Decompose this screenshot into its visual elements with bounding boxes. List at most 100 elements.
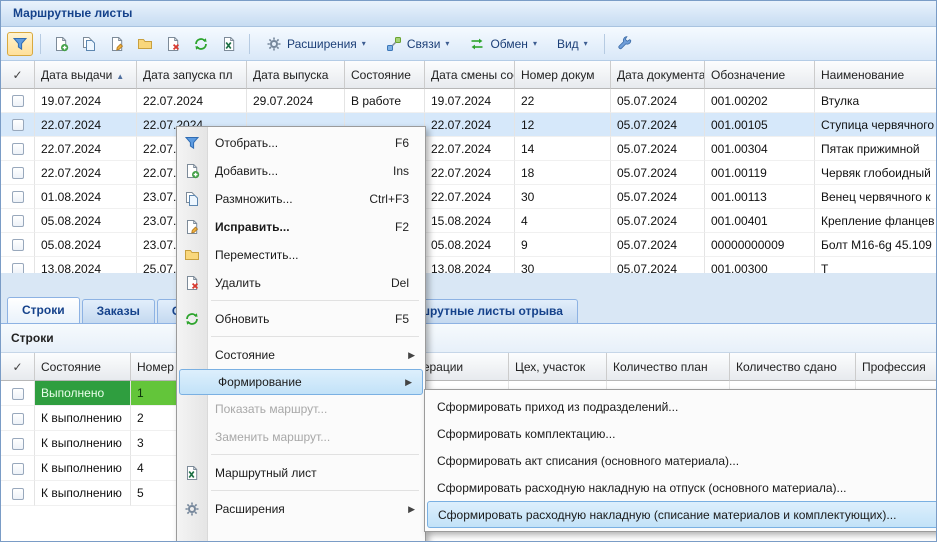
extensions-dropdown[interactable]: Расширения ▾ [257,32,375,56]
route-sheets-grid: ✓ Дата выдачи▲ Дата запуска пл Дата выпу… [1,61,936,273]
status-badge: К выполнению [35,456,131,481]
menu-item-show-route: Показать маршрут... [177,395,425,423]
check-icon: ✓ [12,360,22,374]
menu-item-edit[interactable]: Исправить... F2 [177,213,425,241]
row-checkbox[interactable] [12,167,24,179]
settings-wrench-button[interactable] [612,32,638,56]
header-oboznachenie[interactable]: Обозначение [705,61,815,89]
menu-separator [177,451,425,459]
move-button[interactable] [132,32,158,56]
header-data-zapuska[interactable]: Дата запуска пл [137,61,247,89]
filter-button[interactable] [7,32,33,56]
row-checkbox[interactable] [12,438,24,450]
toolbar-separator [249,34,250,54]
menu-item-extensions[interactable]: Расширения ▶ [177,495,425,523]
header-nomer[interactable]: Номер [131,353,177,381]
main-toolbar: Расширения ▾ Связи ▾ Обмен ▾ Вид ▾ [1,27,936,61]
menu-item-delete[interactable]: Удалить Del [177,269,425,297]
tab-zakazy[interactable]: Заказы [82,299,155,323]
links-dropdown[interactable]: Связи ▾ [377,32,459,56]
menu-item-forming[interactable]: Формирование ▶ [179,369,423,395]
menu-item-refresh[interactable]: Обновить F5 [177,305,425,333]
header-data-smeny[interactable]: Дата смены сос [425,61,515,89]
row-checkbox[interactable] [12,143,24,155]
edit-document-icon [109,36,125,52]
excel-export-button[interactable] [216,32,242,56]
chevron-down-icon: ▾ [533,39,537,48]
menu-item-route-sheet[interactable]: Маршрутный лист [177,459,425,487]
header-data-vydachi[interactable]: Дата выдачи▲ [35,61,137,89]
submenu-item-komplektaciya[interactable]: Сформировать комплектацию... [427,420,937,447]
tab-stroki[interactable]: Строки [7,297,80,323]
delete-button[interactable] [160,32,186,56]
route-sheets-window: Маршрутные листы Расширения ▾ Связи ▾ Об… [0,0,937,542]
menu-item-add[interactable]: Добавить... Ins [177,157,425,185]
menu-item-state[interactable]: Состояние ▶ [177,341,425,369]
header-professiya[interactable]: Профессия [856,353,936,381]
menu-item-move[interactable]: Переместить... [177,241,425,269]
view-dropdown[interactable]: Вид ▾ [548,32,597,56]
row-checkbox[interactable] [12,191,24,203]
header-kolichestvo-sdano[interactable]: Количество сдано [730,353,856,381]
toolbar-separator [604,34,605,54]
duplicate-document-icon [177,191,207,207]
delete-document-icon [165,36,181,52]
submenu-item-akt-spisaniya[interactable]: Сформировать акт списания (основного мат… [427,447,937,474]
menu-item-duplicate[interactable]: Размножить... Ctrl+F3 [177,185,425,213]
table-row[interactable]: 22.07.202422.07.2024 22.07.202418 05.07.… [1,161,936,185]
row-checkbox[interactable] [12,239,24,251]
main-table-header-row: ✓ Дата выдачи▲ Дата запуска пл Дата выпу… [1,61,936,89]
table-row-selected[interactable]: 22.07.202422.07.2024 22.07.202412 05.07.… [1,113,936,137]
header-naimenovanie[interactable]: Наименование [815,61,936,89]
row-checkbox[interactable] [12,488,24,500]
row-checkbox[interactable] [12,388,24,400]
check-icon: ✓ [12,68,22,82]
header-check[interactable]: ✓ [1,61,35,89]
wrench-icon [617,36,633,52]
links-icon [386,36,402,52]
header-kolichestvo-plan[interactable]: Количество план [607,353,730,381]
add-document-icon [177,163,207,179]
table-row[interactable]: 19.07.202422.07.2024 29.07.2024В работе … [1,89,936,113]
row-checkbox[interactable] [12,263,24,273]
filter-icon [12,36,28,52]
status-badge: К выполнению [35,406,131,431]
submenu-item-rashodnaya-otpusk[interactable]: Сформировать расходную накладную на отпу… [427,474,937,501]
submenu-arrow-icon: ▶ [408,350,417,361]
header-check[interactable]: ✓ [1,353,35,381]
table-row[interactable]: 01.08.202423.07.2024 22.07.202430 05.07.… [1,185,936,209]
header-sostoyanie[interactable]: Состояние [35,353,131,381]
table-row[interactable]: 13.08.202425.07.2024 13.08.202430 05.07.… [1,257,936,273]
table-row[interactable]: 05.08.202423.07.2024 05.08.20249 05.07.2… [1,233,936,257]
header-data-dokumenta[interactable]: Дата документа [611,61,705,89]
header-ceh-uchastok[interactable]: Цех, участок [509,353,607,381]
submenu-arrow-icon: ▶ [408,504,417,515]
exchange-dropdown[interactable]: Обмен ▾ [460,32,546,56]
row-checkbox[interactable] [12,463,24,475]
table-row[interactable]: 05.08.202423.07.2024 15.08.20244 05.07.2… [1,209,936,233]
excel-icon [221,36,237,52]
refresh-button[interactable] [188,32,214,56]
submenu-item-prihod[interactable]: Сформировать приход из подразделений... [427,393,937,420]
add-button[interactable] [48,32,74,56]
forming-submenu: Сформировать приход из подразделений... … [424,389,937,532]
header-data-vypuska[interactable]: Дата выпуска [247,61,345,89]
header-sostoyanie[interactable]: Состояние [345,61,425,89]
edit-button[interactable] [104,32,130,56]
excel-icon [177,465,207,481]
submenu-item-rashodnaya-spisanie[interactable]: Сформировать расходную накладную (списан… [427,501,937,528]
gear-icon [266,36,282,52]
row-checkbox[interactable] [12,215,24,227]
row-checkbox[interactable] [12,413,24,425]
row-checkbox[interactable] [12,119,24,131]
context-menu: Отобрать... F6 Добавить... Ins Размножит… [176,126,426,542]
edit-document-icon [177,219,207,235]
table-row[interactable]: 22.07.202422.07.2024 22.07.202414 05.07.… [1,137,936,161]
submenu-arrow-icon: ▶ [405,377,414,388]
header-nomer-dokumenta[interactable]: Номер докум [515,61,611,89]
menu-item-filter[interactable]: Отобрать... F6 [177,129,425,157]
duplicate-button[interactable] [76,32,102,56]
chevron-down-icon: ▾ [362,39,366,48]
move-folder-icon [177,247,207,263]
row-checkbox[interactable] [12,95,24,107]
